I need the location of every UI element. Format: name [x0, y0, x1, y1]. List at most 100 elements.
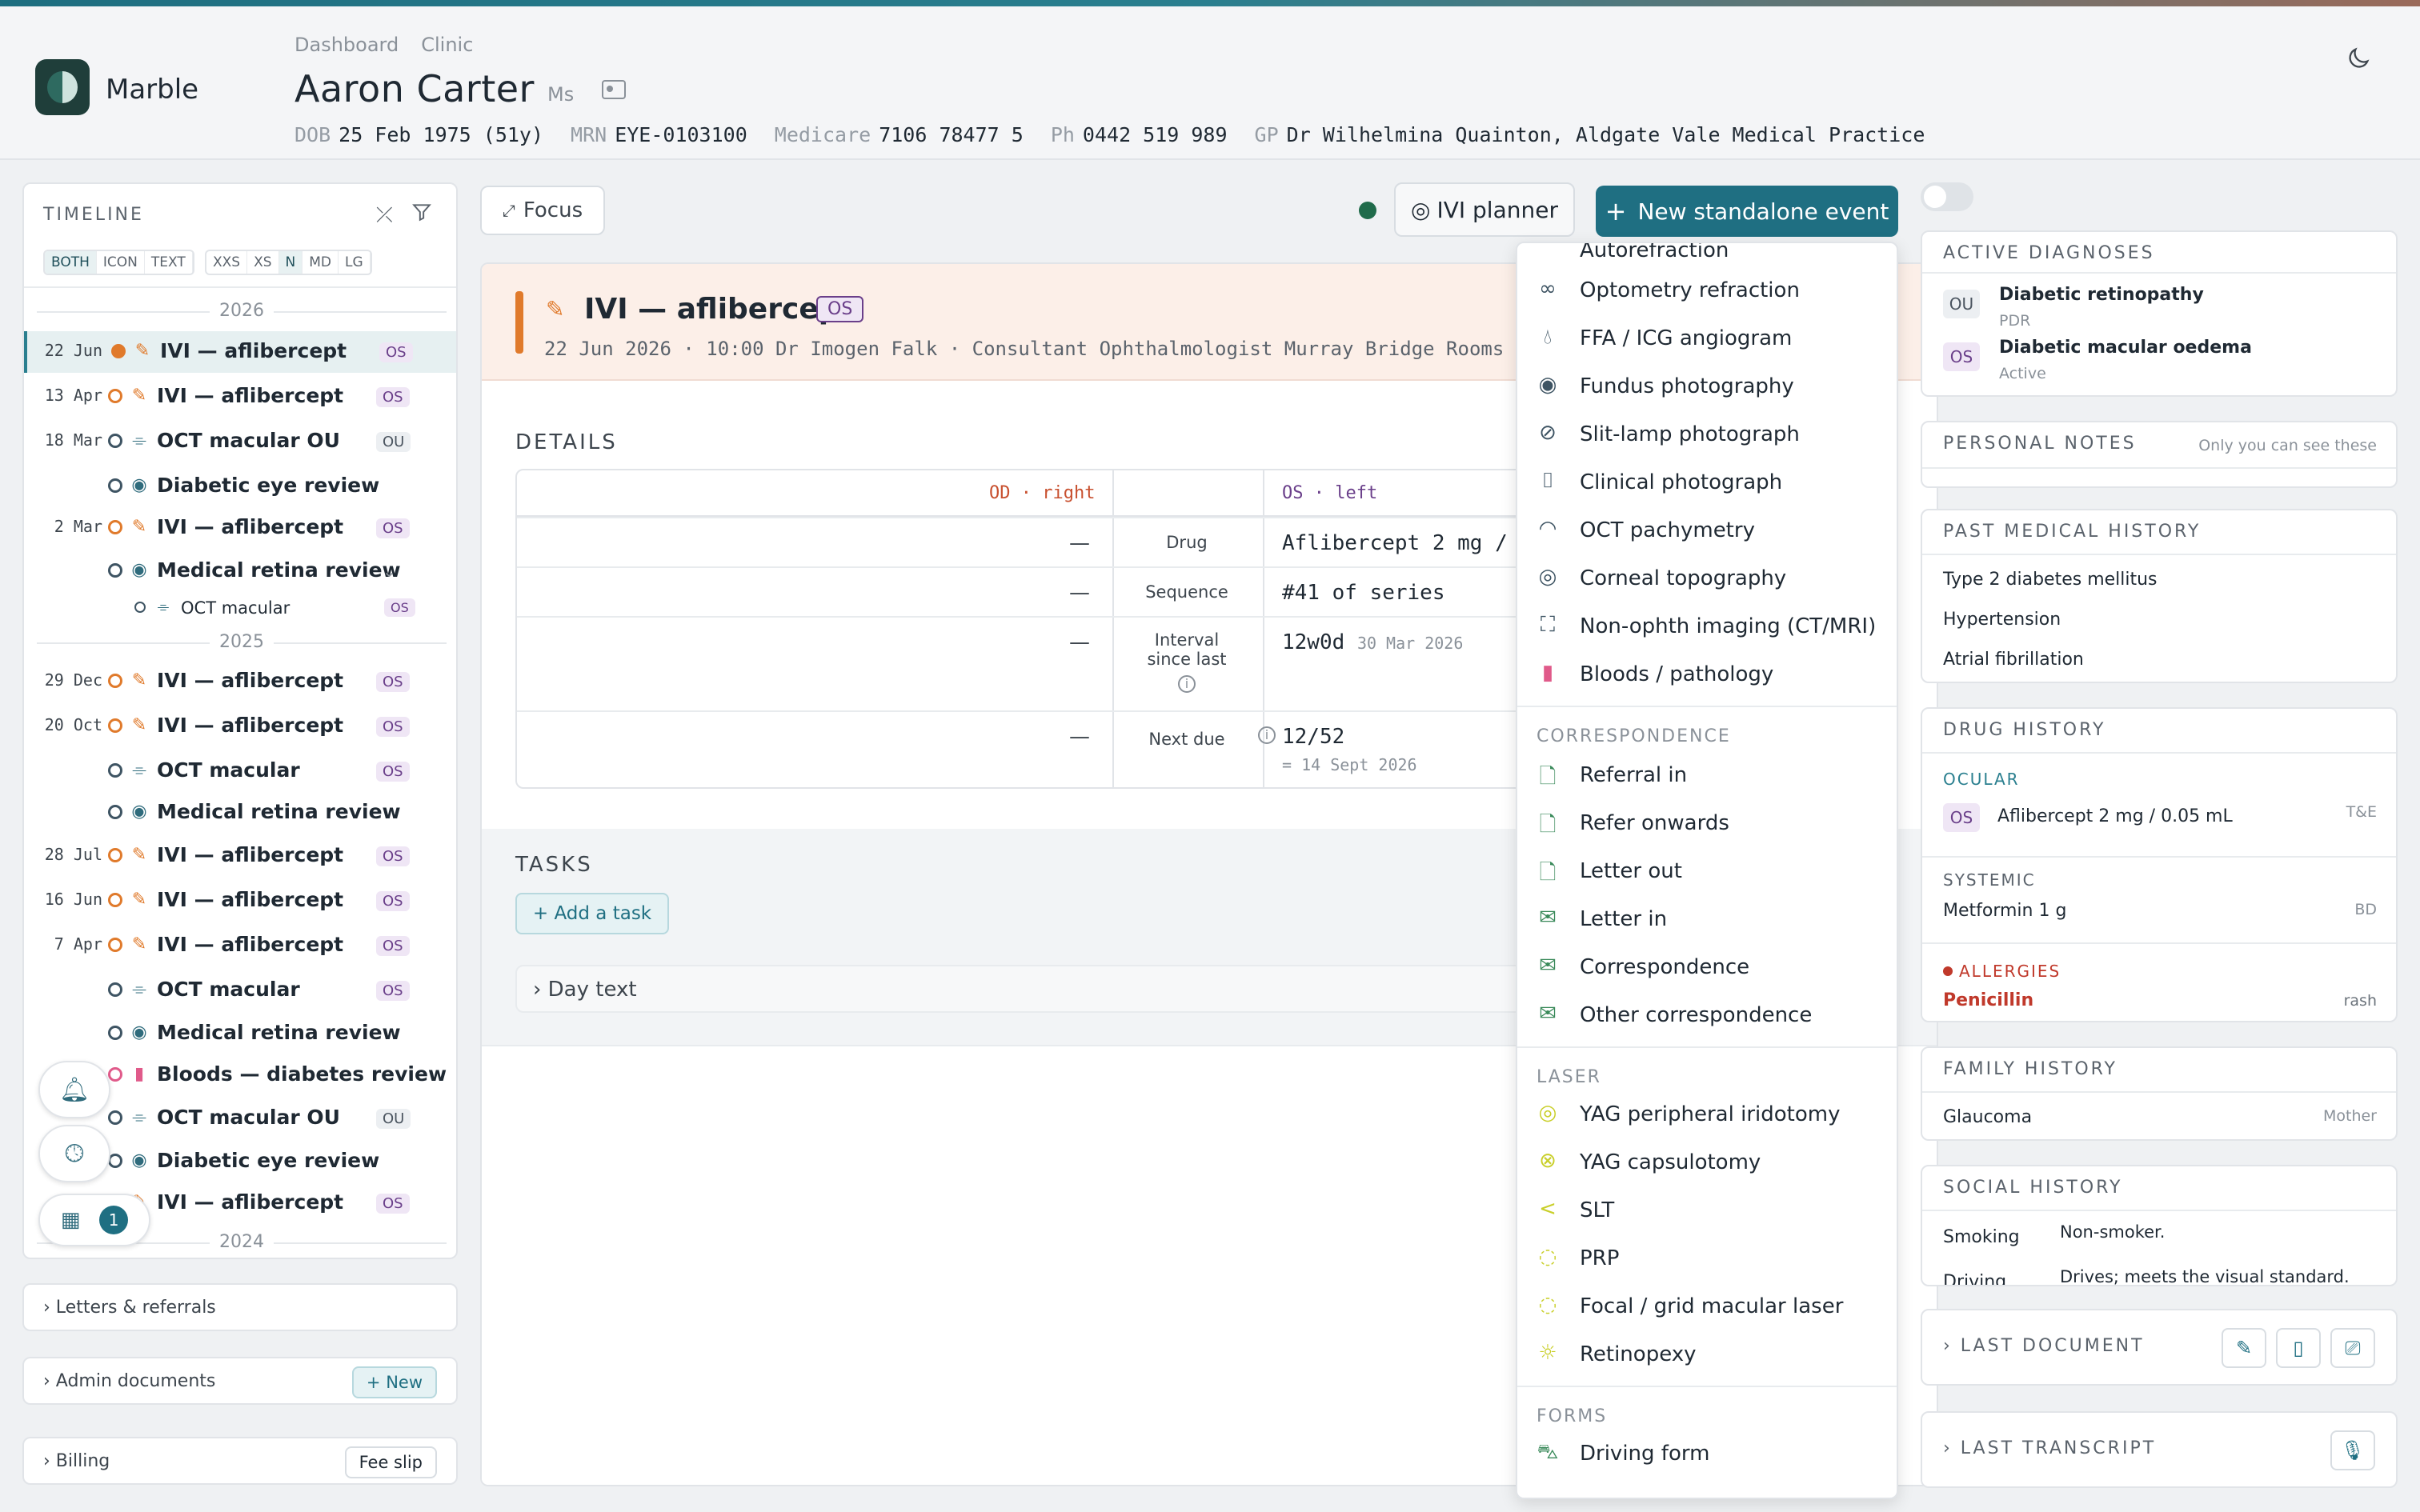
menu-item[interactable]: ⊗ YAG capsulotomy: [1517, 1139, 1897, 1187]
pmh-item: Atrial fibrillation: [1943, 650, 2084, 670]
timeline-row[interactable]: 13 Apr ✎ IVI — aflibercept OS: [24, 376, 456, 418]
timeline-row[interactable]: ◉ Diabetic eye review: [24, 466, 456, 507]
mail-icon: ✉: [1539, 906, 1557, 930]
menu-item[interactable]: ⊘ Slit-lamp photograph: [1517, 411, 1897, 459]
view-icon[interactable]: ICON: [97, 251, 145, 274]
filter-icon[interactable]: [411, 202, 432, 222]
microphone-icon[interactable]: 🎙︎: [2330, 1430, 2375, 1470]
timeline-title: TIMELINE: [43, 205, 144, 225]
menu-item[interactable]: ◠ OCT pachymetry: [1517, 507, 1897, 555]
view-text[interactable]: TEXT: [145, 251, 193, 274]
divider: [1922, 942, 2396, 944]
row-date: 7 Apr: [54, 934, 102, 954]
timeline-row[interactable]: 18 Mar ⌯ OCT macular OU OU: [24, 421, 456, 462]
collapse-icon[interactable]: ⤫: [376, 203, 393, 228]
breadcrumb-clinic[interactable]: Clinic: [421, 34, 473, 56]
focus-button[interactable]: ⤢ Focus: [480, 186, 605, 235]
last-transcript-card[interactable]: › LAST TRANSCRIPT 🎙︎: [1921, 1411, 2398, 1488]
calendar-button[interactable]: ▦ 1: [38, 1194, 150, 1246]
add-task-button[interactable]: + Add a task: [515, 893, 669, 934]
personal-notes-card[interactable]: PERSONAL NOTES Only you can see these: [1921, 421, 2398, 488]
systemic-drug[interactable]: Metformin 1 g: [1943, 901, 2066, 921]
event-color-bar: [515, 291, 523, 354]
divider: [1922, 752, 2396, 754]
systemic-heading: SYSTEMIC: [1943, 870, 2036, 890]
event-dot: [108, 763, 122, 778]
timeline-row[interactable]: 29 Dec ✎ IVI — aflibercept OS: [24, 661, 456, 702]
card-title: PERSONAL NOTES: [1943, 434, 2137, 454]
menu-item[interactable]: ✉ Other correspondence: [1517, 992, 1897, 1040]
menu-item[interactable]: 🗋︎ Letter out: [1517, 848, 1897, 896]
menu-item[interactable]: ⛍ Driving form: [1517, 1430, 1897, 1478]
timeline-row[interactable]: ⌯ OCT macular OS: [24, 970, 456, 1011]
row-label: Drug: [1166, 533, 1208, 552]
timeline-row[interactable]: ⌯ OCT macular OS: [24, 750, 456, 792]
breadcrumb-dashboard[interactable]: Dashboard: [294, 34, 399, 56]
size-xxs[interactable]: XXS: [206, 251, 248, 274]
info-icon[interactable]: i: [1178, 675, 1196, 693]
timeline-row[interactable]: 7 Apr ✎ IVI — aflibercept OS: [24, 925, 456, 966]
fee-slip-button[interactable]: Fee slip: [344, 1446, 437, 1478]
info-icon[interactable]: i: [1258, 726, 1276, 744]
diagnosis-name[interactable]: Diabetic macular oedema: [1999, 338, 2252, 358]
menu-item[interactable]: ⌷ Clinical photograph: [1517, 459, 1897, 507]
brand-name: Marble: [106, 74, 199, 106]
timeline-row[interactable]: ◉ Medical retina review: [24, 1013, 456, 1054]
timeline-row[interactable]: 20 Oct ✎ IVI — aflibercept OS: [24, 706, 456, 747]
billing-section[interactable]: › Billing Fee slip: [22, 1437, 458, 1485]
logo[interactable]: [35, 59, 90, 115]
menu-divider: [1517, 1386, 1897, 1387]
menu-item[interactable]: ▮ Bloods / pathology: [1517, 651, 1897, 699]
clock-icon[interactable]: 🕓︎: [38, 1125, 110, 1182]
last-document-card[interactable]: › LAST DOCUMENT ✎ ▯ ⎚: [1921, 1309, 2398, 1386]
size-n[interactable]: N: [278, 251, 303, 274]
timeline-row[interactable]: 16 Jun ✎ IVI — aflibercept OS: [24, 880, 456, 922]
ocular-heading: OCULAR: [1943, 770, 2020, 789]
target-icon: ◎: [1411, 196, 1431, 223]
timeline-row[interactable]: 22 Jun ✎ IVI — aflibercept OS: [24, 331, 456, 373]
menu-item[interactable]: ◉ Fundus photography: [1517, 363, 1897, 411]
id-card-icon[interactable]: [602, 80, 626, 99]
menu-item[interactable]: ⛶ Non-ophth imaging (CT/MRI): [1517, 603, 1897, 651]
timeline-row[interactable]: ◉ Medical retina review: [24, 792, 456, 834]
timeline-row[interactable]: ◉ Medical retina review ⌄: [24, 550, 456, 592]
menu-item[interactable]: ✉ Letter in: [1517, 896, 1897, 944]
menu-item[interactable]: ◎ Corneal topography: [1517, 555, 1897, 603]
menu-item[interactable]: ◌ Focal / grid macular laser: [1517, 1283, 1897, 1331]
menu-item[interactable]: ∞ Optometry refraction: [1517, 267, 1897, 315]
admin-documents-section[interactable]: › Admin documents + New: [22, 1357, 458, 1405]
menu-item[interactable]: 🗋︎ Referral in: [1517, 752, 1897, 800]
menu-item[interactable]: 🗋︎ Refer onwards: [1517, 800, 1897, 848]
diagnosis-name[interactable]: Diabetic retinopathy: [1999, 285, 2204, 305]
edit-icon[interactable]: ✎: [2222, 1328, 2266, 1368]
panel-toggle[interactable]: [1921, 182, 1973, 211]
new-admin-document-button[interactable]: + New: [351, 1366, 437, 1398]
timeline-row[interactable]: 28 Jul ✎ IVI — aflibercept OS: [24, 835, 456, 877]
menu-item-label: OCT pachymetry: [1580, 518, 1755, 542]
menu-item[interactable]: ☼ Retinopexy: [1517, 1331, 1897, 1379]
chevron-down-icon[interactable]: ⌄: [383, 562, 396, 581]
menu-divider: [1517, 706, 1897, 707]
timeline-row[interactable]: ⌯ OCT macular OS: [24, 587, 456, 629]
allergy-name[interactable]: Penicillin: [1943, 990, 2033, 1010]
size-lg[interactable]: LG: [339, 251, 371, 274]
phone-icon[interactable]: ▯: [2276, 1328, 2321, 1368]
size-md[interactable]: MD: [302, 251, 339, 274]
ocular-drug[interactable]: Aflibercept 2 mg / 0.05 mL: [1997, 806, 2233, 826]
menu-item[interactable]: 💧︎ FFA / ICG angiogram: [1517, 315, 1897, 363]
bell-icon[interactable]: 🔔︎: [38, 1061, 110, 1118]
size-xs[interactable]: XS: [247, 251, 279, 274]
view-both[interactable]: BOTH: [45, 251, 97, 274]
menu-item[interactable]: ✉ Correspondence: [1517, 944, 1897, 992]
menu-item[interactable]: ◌ PRP: [1517, 1235, 1897, 1283]
letters-referrals-section[interactable]: › Letters & referrals: [22, 1283, 458, 1331]
ivi-planner-button[interactable]: ◎ IVI planner: [1394, 182, 1575, 237]
menu-item[interactable]: < SLT: [1517, 1187, 1897, 1235]
present-icon[interactable]: ⎚: [2330, 1328, 2375, 1368]
menu-item[interactable]: ◎ YAG peripheral iridotomy: [1517, 1091, 1897, 1139]
moon-icon[interactable]: [2345, 45, 2372, 72]
section-label: › Billing: [43, 1451, 110, 1471]
day-text-toggle[interactable]: › Day text: [515, 965, 1556, 1013]
timeline-row[interactable]: 2 Mar ✎ IVI — aflibercept OS: [24, 507, 456, 549]
new-standalone-event-button[interactable]: + New standalone event: [1596, 186, 1898, 237]
